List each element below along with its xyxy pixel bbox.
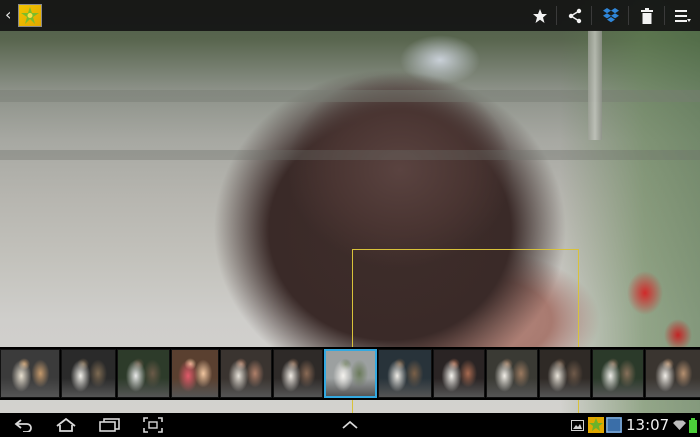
recent-apps-icon (99, 418, 120, 432)
filmstrip-thumbnail[interactable] (486, 349, 538, 398)
dropbox-button[interactable] (595, 0, 627, 31)
filmstrip-thumbnail[interactable] (117, 349, 170, 398)
separator (628, 6, 629, 25)
filmstrip-thumbnail[interactable] (220, 349, 272, 398)
thumbnail-notification[interactable] (587, 413, 623, 437)
chevron-left-icon[interactable]: ‹ (5, 7, 17, 23)
separator (664, 6, 665, 25)
filmstrip-thumbnail[interactable] (645, 349, 700, 398)
gallery-notification[interactable] (570, 413, 584, 437)
filmstrip-thumbnail[interactable] (273, 349, 323, 398)
back-arrow-icon (14, 419, 32, 432)
battery-indicator (688, 413, 698, 437)
favorite-button[interactable] (524, 0, 556, 31)
filmstrip-thumbnail[interactable] (539, 349, 591, 398)
chevron-up-icon (342, 420, 358, 429)
thumbnail-notification-icon (588, 417, 622, 433)
home-button[interactable] (53, 413, 79, 437)
overflow-menu-icon (675, 9, 691, 22)
background-post (588, 30, 602, 140)
dropbox-icon (603, 7, 619, 22)
wifi-icon (672, 420, 686, 430)
face-detection-frame[interactable] (352, 249, 579, 437)
filmstrip-thumbnail[interactable] (378, 349, 432, 398)
star-icon (533, 8, 547, 23)
gallery-notification-icon (570, 419, 584, 431)
background-wall (0, 150, 700, 160)
status-clock: 13:07 (626, 416, 670, 434)
back-button[interactable] (12, 413, 36, 437)
filmstrip-thumbnail[interactable] (433, 349, 485, 398)
expand-button[interactable] (339, 413, 361, 437)
battery-icon (689, 417, 697, 433)
filmstrip-thumbnail[interactable] (592, 349, 644, 398)
filmstrip-thumbnail[interactable] (61, 349, 116, 398)
action-bar: ‹ (0, 0, 700, 31)
share-icon (568, 8, 582, 23)
separator (591, 6, 592, 25)
system-nav-bar: 13:07 (0, 413, 700, 437)
menu-button[interactable] (667, 0, 699, 31)
filmstrip-thumbnail[interactable] (171, 349, 219, 398)
screen-capture-icon (143, 417, 163, 433)
screenshot-button[interactable] (141, 413, 165, 437)
home-icon (56, 418, 76, 432)
trash-icon (641, 7, 653, 24)
separator (556, 6, 557, 25)
filmstrip-thumbnail[interactable] (0, 349, 60, 398)
gallery-app-icon[interactable] (18, 4, 42, 27)
delete-button[interactable] (631, 0, 663, 31)
filmstrip[interactable] (0, 347, 700, 400)
share-button[interactable] (559, 0, 591, 31)
recent-apps-button[interactable] (97, 413, 123, 437)
filmstrip-thumbnail-selected[interactable] (324, 349, 377, 398)
wifi-indicator (672, 413, 686, 437)
